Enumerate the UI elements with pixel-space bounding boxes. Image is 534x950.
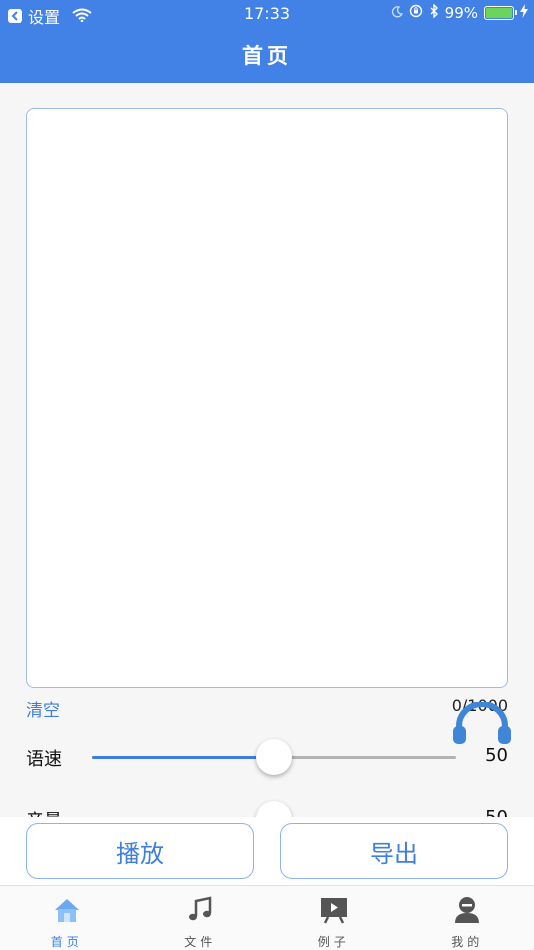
tab-files[interactable]: 文件 [134, 886, 268, 950]
tab-bar: 首页 文件 例子 我的 [0, 885, 534, 950]
video-board-icon [320, 898, 347, 924]
battery-percent: 99% [444, 4, 478, 22]
tab-home[interactable]: 首页 [0, 886, 134, 950]
tab-mine[interactable]: 我的 [401, 886, 534, 950]
status-bar: 设置 17:33 99% [0, 0, 534, 28]
tab-home-label: 首页 [50, 935, 83, 949]
header: 设置 17:33 99% 首页 [0, 0, 534, 83]
moon-icon [391, 4, 403, 22]
action-bar: 播放 导出 [0, 817, 534, 885]
tab-files-label: 文件 [184, 935, 217, 949]
rotation-lock-icon [409, 4, 423, 22]
user-icon [455, 897, 480, 923]
text-input[interactable] [26, 108, 508, 688]
charging-bolt-icon [520, 4, 528, 22]
clear-button[interactable]: 清空 [26, 696, 60, 721]
speed-value: 50 [485, 745, 508, 766]
speed-slider-row: 语速 50 [0, 737, 534, 777]
tab-mine-label: 我的 [451, 935, 484, 949]
tab-examples[interactable]: 例子 [267, 886, 401, 950]
status-indicators: 99% [391, 3, 528, 22]
page-title: 首页 [242, 44, 292, 68]
bluetooth-icon [429, 3, 439, 22]
speed-slider-track[interactable] [92, 739, 456, 775]
speed-slider-fill [92, 756, 274, 759]
tab-examples-label: 例子 [317, 935, 350, 949]
battery-icon [484, 6, 517, 20]
music-note-icon [189, 896, 212, 921]
home-icon [54, 899, 79, 922]
play-button[interactable]: 播放 [26, 823, 254, 879]
speed-label: 语速 [26, 749, 62, 770]
export-button[interactable]: 导出 [280, 823, 508, 879]
speed-slider-thumb[interactable] [256, 739, 292, 775]
